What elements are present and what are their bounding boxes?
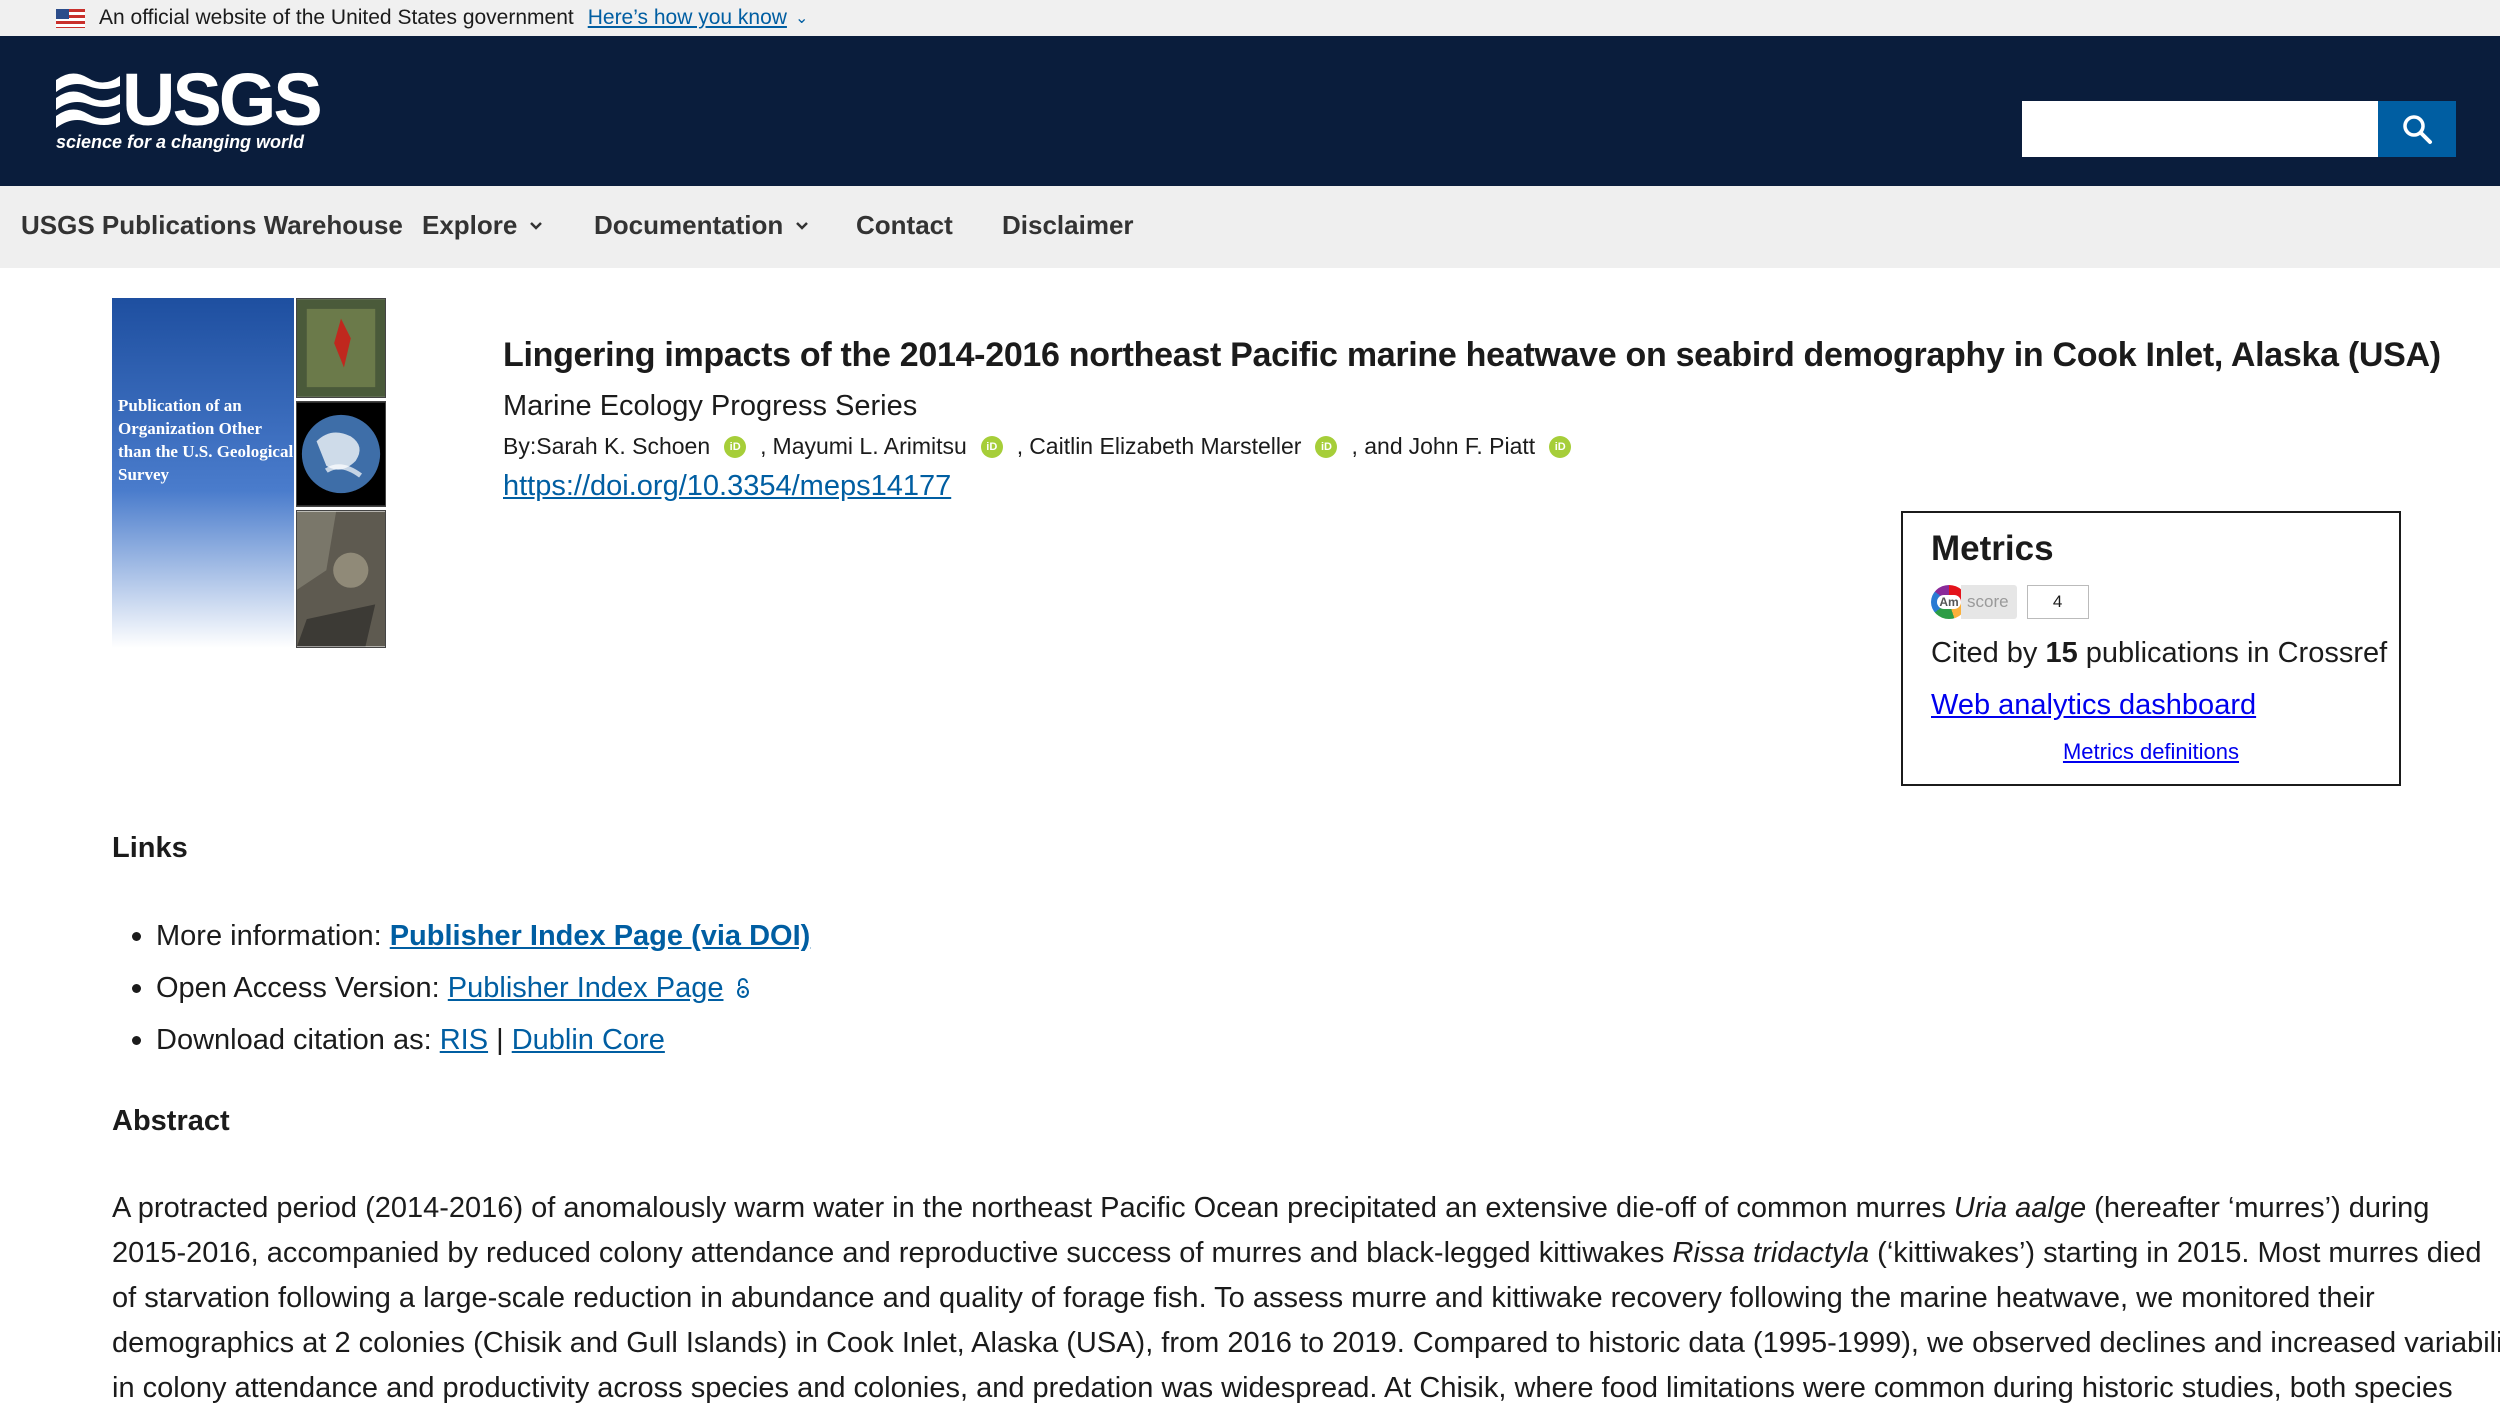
links-list: More information: Publisher Index Page (… xyxy=(112,910,810,1066)
publisher-index-doi-link[interactable]: Publisher Index Page (via DOI) xyxy=(390,920,811,952)
search-button[interactable] xyxy=(2378,101,2456,157)
nav-label: Documentation xyxy=(594,210,784,240)
nav-explore[interactable]: Explore xyxy=(422,210,543,241)
metrics-definitions-link[interactable]: Metrics definitions xyxy=(1903,739,2399,765)
orcid-icon[interactable]: iD xyxy=(980,435,1003,458)
orcid-icon[interactable]: iD xyxy=(724,435,747,458)
usgs-logo[interactable]: USGS science for a changing world xyxy=(56,60,323,162)
author-name: Sarah K. Schoen xyxy=(536,433,711,459)
gov-banner-text: An official website of the United States… xyxy=(99,6,574,29)
abstract-text: (hereafter ‘murres’) during xyxy=(2086,1192,2430,1224)
chevron-down-icon xyxy=(530,221,543,230)
species-name: Rissa tridactyla xyxy=(1672,1237,1870,1269)
open-access-label: Open Access Version: xyxy=(156,972,448,1004)
abstract-text: of starvation following a large-scale re… xyxy=(112,1282,2375,1314)
orcid-icon[interactable]: iD xyxy=(1549,435,1572,458)
search-icon xyxy=(2403,115,2432,144)
nav-contact[interactable]: Contact xyxy=(856,210,953,241)
abstract-text: demographics at 2 colonies (Chisik and G… xyxy=(112,1327,2500,1359)
nav-documentation[interactable]: Documentation xyxy=(594,210,809,241)
orcid-icon[interactable]: iD xyxy=(1315,435,1338,458)
abstract-text: 2015-2016, accompanied by reduced colony… xyxy=(112,1237,1673,1269)
abstract-line: of starvation following a large-scale re… xyxy=(112,1276,2412,1321)
abstract-line: A protracted period (2014-2016) of anoma… xyxy=(112,1186,2429,1231)
abstract-text: (‘kittiwakes’) starting in 2015. Most mu… xyxy=(1869,1237,2482,1269)
altmetric-donut-label: Am xyxy=(1937,595,1961,609)
publication-series: Marine Ecology Progress Series xyxy=(503,390,918,422)
nav-label: USGS Publications Warehouse xyxy=(21,210,403,240)
abstract-text: A protracted period (2014-2016) of anoma… xyxy=(112,1192,1954,1224)
authors-line: By: Sarah K. Schoen iD , Mayumi L. Arimi… xyxy=(503,433,1585,460)
cover-earth-image xyxy=(296,401,386,507)
species-name: Uria aalge xyxy=(1953,1192,2087,1224)
logo-wordmark: USGS xyxy=(122,58,323,141)
abstract-heading: Abstract xyxy=(112,1105,230,1137)
logo-tagline: science for a changing world xyxy=(56,132,305,152)
gov-banner: An official website of the United States… xyxy=(0,0,2500,36)
crossref-citations: Cited by 15 publications in Crossref xyxy=(1931,637,2387,670)
ris-link[interactable]: RIS xyxy=(440,1024,488,1056)
nav-disclaimer[interactable]: Disclaimer xyxy=(1002,210,1134,241)
list-item: Open Access Version: Publisher Index Pag… xyxy=(112,962,810,1014)
nav-publications-warehouse[interactable]: USGS Publications Warehouse xyxy=(21,210,403,241)
search-input[interactable] xyxy=(2022,101,2378,157)
metrics-panel: Metrics Am score 4 Cited by 15 publicati… xyxy=(1901,511,2401,786)
usgs-wave-logo-icon xyxy=(56,73,120,128)
by-label: By: xyxy=(503,433,537,459)
how-you-know-link[interactable]: Here’s how you know xyxy=(588,6,787,30)
cover-satellite-image-2 xyxy=(296,510,386,648)
doi-link[interactable]: https://doi.org/10.3354/meps14177 xyxy=(503,470,951,503)
dublin-core-link[interactable]: Dublin Core xyxy=(512,1024,665,1056)
nav-label: Explore xyxy=(422,210,518,240)
chevron-down-icon[interactable]: ⌄ xyxy=(795,8,808,28)
abstract-line: 2015-2016, accompanied by reduced colony… xyxy=(112,1231,2482,1276)
publication-cover-thumbnail: Publication of an Organization Other tha… xyxy=(112,298,386,648)
cited-prefix: Cited by xyxy=(1931,637,2046,669)
web-analytics-link[interactable]: Web analytics dashboard xyxy=(1931,689,2256,722)
main-nav: USGS Publications Warehouse Explore Docu… xyxy=(0,186,2500,268)
open-access-link[interactable]: Publisher Index Page xyxy=(448,972,724,1004)
metrics-heading: Metrics xyxy=(1931,529,2054,568)
cited-count: 15 xyxy=(2045,637,2078,669)
list-item: More information: Publisher Index Page (… xyxy=(112,910,810,962)
abstract-line: demographics at 2 colonies (Chisik and G… xyxy=(112,1321,2500,1366)
site-header: USGS science for a changing world xyxy=(0,36,2500,186)
publication-title: Lingering impacts of the 2014-2016 north… xyxy=(503,336,2441,374)
links-heading: Links xyxy=(112,832,188,864)
abstract-line: in colony attendance and productivity ac… xyxy=(112,1366,2453,1411)
abstract-text: in colony attendance and productivity ac… xyxy=(112,1372,2453,1404)
author-separator: , xyxy=(760,433,767,459)
cover-satellite-image-1 xyxy=(296,298,386,398)
cover-blue-panel: Publication of an Organization Other tha… xyxy=(112,298,294,648)
chevron-down-icon xyxy=(796,221,809,230)
author-name: John F. Piatt xyxy=(1408,433,1536,459)
altmetric-score-value: 4 xyxy=(2026,585,2089,619)
list-item: Download citation as: RIS | Dublin Core xyxy=(112,1014,810,1066)
author-name: Mayumi L. Arimitsu xyxy=(772,433,967,459)
author-separator: , xyxy=(1016,433,1024,459)
altmetric-score-label: score xyxy=(1961,585,2017,619)
abstract-body: A protracted period (2014-2016) of anoma… xyxy=(112,1186,2500,1411)
more-info-label: More information: xyxy=(156,920,390,952)
author-separator: , and xyxy=(1351,433,1403,459)
author-name: Caitlin Elizabeth Marsteller xyxy=(1029,433,1302,459)
nav-label: Disclaimer xyxy=(1002,210,1134,240)
download-label: Download citation as: xyxy=(156,1024,440,1056)
nav-label: Contact xyxy=(856,210,953,240)
cited-suffix: publications in Crossref xyxy=(2077,637,2388,669)
us-flag-icon xyxy=(56,8,85,28)
altmetric-badge[interactable]: Am score 4 xyxy=(1931,585,2089,619)
search-form xyxy=(2022,101,2456,157)
citation-separator: | xyxy=(488,1024,512,1056)
cover-text: Publication of an Organization Other tha… xyxy=(118,396,294,484)
open-access-lock-icon xyxy=(736,978,749,998)
